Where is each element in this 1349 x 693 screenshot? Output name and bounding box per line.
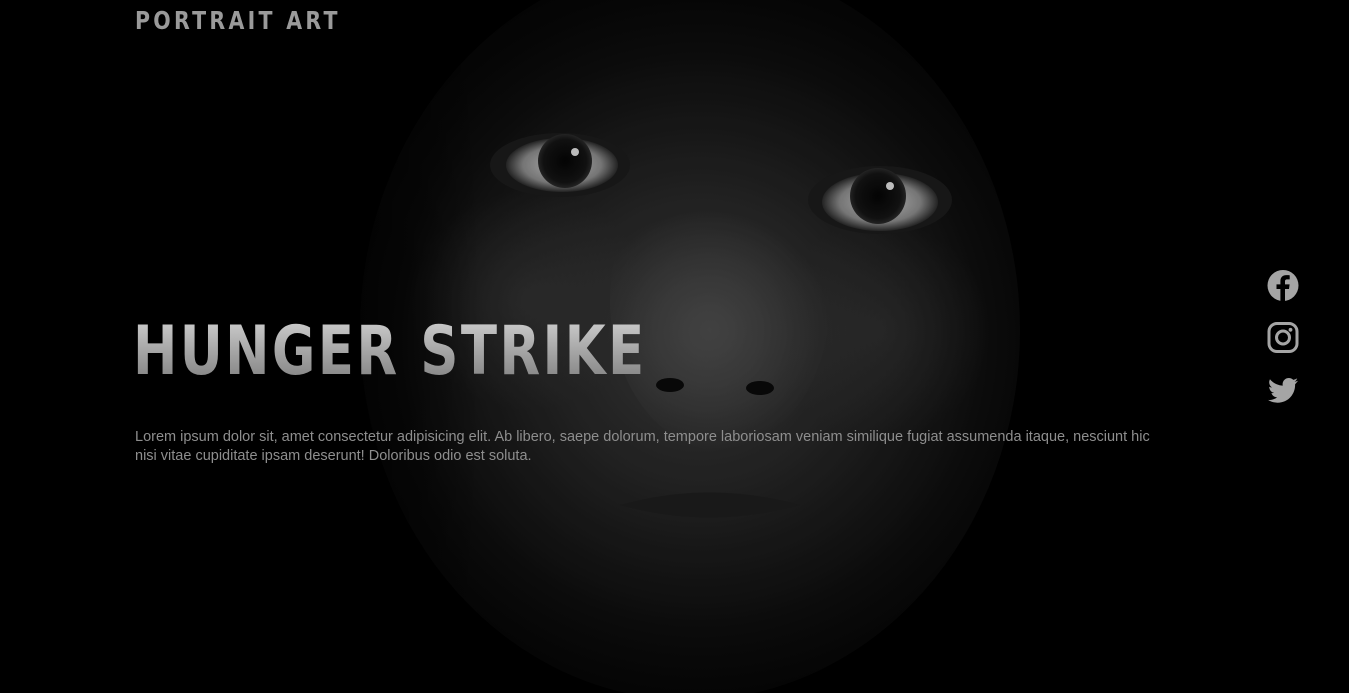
instagram-icon [1267, 322, 1299, 353]
site-logo[interactable]: PORTRAIT ART [135, 6, 341, 35]
page: PORTRAIT ART HUNGER STRIKE Lorem ipsum d… [0, 0, 1349, 693]
instagram-link[interactable] [1266, 320, 1300, 355]
facebook-link[interactable] [1266, 268, 1300, 303]
social-links [1266, 268, 1300, 407]
twitter-icon [1268, 378, 1298, 403]
facebook-icon [1267, 270, 1299, 301]
hero-description: Lorem ipsum dolor sit, amet consectetur … [135, 429, 1150, 464]
twitter-link[interactable] [1266, 372, 1300, 407]
hero-title: HUNGER STRIKE [133, 312, 647, 391]
